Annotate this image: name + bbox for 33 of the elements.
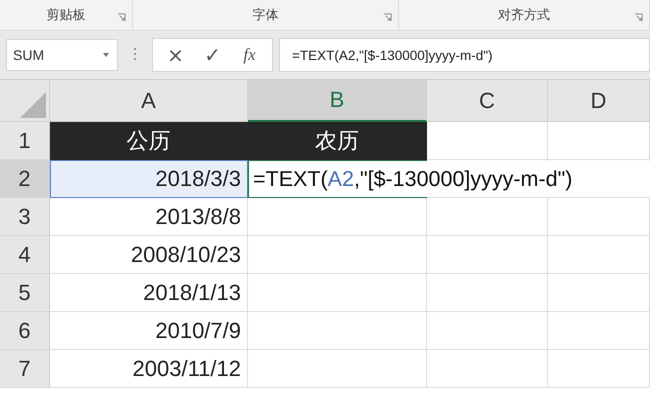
column-header[interactable]: B <box>248 80 427 122</box>
group-label: 对齐方式 <box>498 6 550 24</box>
header-cell: 农历 <box>248 122 427 160</box>
column-header[interactable]: C <box>427 80 548 122</box>
select-all-corner[interactable] <box>0 80 50 122</box>
group-label: 字体 <box>252 6 278 24</box>
row-header[interactable]: 4 <box>0 236 50 274</box>
formula-field[interactable]: =TEXT(A2,"[$-130000]yyyy-m-d") <box>279 38 650 72</box>
caret-icon[interactable] <box>103 53 109 57</box>
row-header[interactable]: 1 <box>0 122 50 160</box>
dialog-launcher-icon[interactable] <box>634 13 643 22</box>
drag-handle-icon[interactable] <box>134 48 136 62</box>
cancel-button[interactable]: × <box>157 40 194 70</box>
column-header[interactable]: A <box>50 80 248 122</box>
name-box[interactable]: SUM <box>6 39 118 71</box>
table-cell: 2018/1/13 <box>50 274 248 312</box>
row-header[interactable]: 3 <box>0 198 50 236</box>
row-header[interactable]: 2 <box>0 160 50 198</box>
row-header[interactable]: 5 <box>0 274 50 312</box>
table-cell: 2010/7/9 <box>50 312 248 350</box>
table-cell: 2013/8/8 <box>50 198 248 236</box>
table-cell: 2018/3/3 <box>50 160 248 198</box>
table-cell: 2008/10/23 <box>50 236 248 274</box>
insert-function-button[interactable]: fx <box>231 40 268 70</box>
column-header[interactable]: D <box>548 80 650 122</box>
dialog-launcher-icon[interactable] <box>383 13 392 22</box>
group-label: 剪贴板 <box>46 6 86 24</box>
row-header[interactable]: 6 <box>0 312 50 350</box>
header-cell: 公历 <box>50 122 248 160</box>
row-header[interactable]: 7 <box>0 350 50 388</box>
table-cell: 2003/11/12 <box>50 350 248 388</box>
dialog-launcher-icon[interactable] <box>117 13 126 22</box>
enter-button[interactable]: ✓ <box>194 40 231 70</box>
